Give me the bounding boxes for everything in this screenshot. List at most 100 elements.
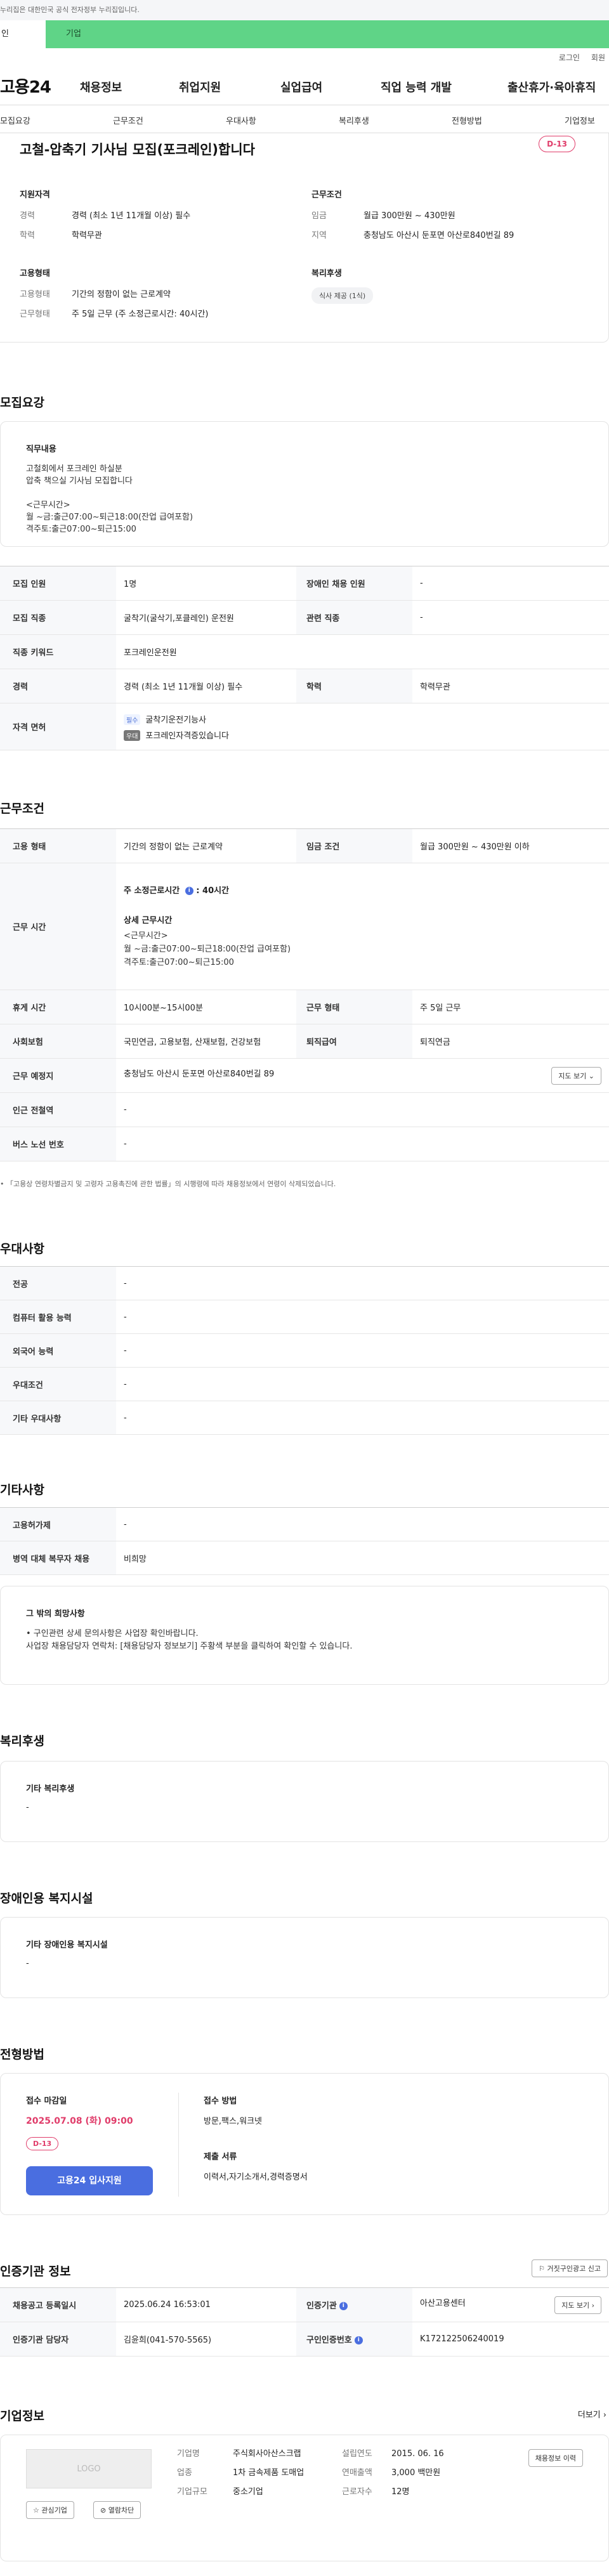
info-icon[interactable]: i bbox=[185, 887, 193, 895]
table-row: 근무 시간 주 소정근로시간 i : 40시간 상세 근무시간 <근무시간> 월… bbox=[0, 863, 609, 990]
section-title-etc: 기타사항 bbox=[0, 1483, 44, 1497]
company-label: 기업규모 bbox=[177, 2487, 207, 2497]
pref-table: 전공 - 컴퓨터 활용 능력 - 외국어 능력 - 우대조건 - 기타 우대사항 - bbox=[0, 1266, 609, 1435]
table-cell: - bbox=[412, 566, 609, 601]
table-cell: 월급 300만원 ~ 430만원 이하 bbox=[412, 828, 609, 863]
disabled-value: - bbox=[26, 1959, 29, 1968]
block-view-button[interactable]: ⊘ 열람차단 bbox=[93, 2501, 141, 2519]
chevron-down-icon: ⌄ bbox=[588, 1071, 594, 1080]
table-header: 모집 직종 bbox=[0, 600, 116, 635]
table-row: 인증기관 담당자 김윤희(041-570-5565) 구인인증번호 i K1721225… bbox=[0, 2322, 609, 2357]
company-value: 3,000 백만원 bbox=[391, 2468, 441, 2478]
login-link[interactable]: 로그인 bbox=[559, 48, 580, 67]
agency-map-button[interactable]: 지도 보기 › bbox=[554, 2296, 601, 2314]
table-cell: - bbox=[116, 1127, 609, 1161]
summary-benefit-heading: 복리후생 bbox=[311, 269, 342, 278]
map-button-label: 지도 보기 bbox=[558, 1071, 587, 1080]
hire-history-button[interactable]: 채용정보 이력 bbox=[528, 2449, 583, 2467]
table-header: 구인인증번호 i bbox=[296, 2322, 412, 2357]
cert-agency-value: 아산고용센터 bbox=[420, 2298, 466, 2308]
table-cell: - bbox=[412, 600, 609, 635]
info-icon[interactable]: i bbox=[339, 2302, 348, 2310]
table-header: 외국어 능력 bbox=[0, 1333, 116, 1368]
site-logo[interactable]: 고용24 bbox=[0, 74, 76, 98]
lnb-recruit[interactable]: 모집요강 bbox=[0, 114, 30, 126]
gnb-item-jobs[interactable]: 채용정보 bbox=[80, 79, 122, 95]
table-cell: 1명 bbox=[116, 566, 296, 601]
table-cell: - bbox=[116, 1367, 609, 1401]
section-nav: 모집요강 근무조건 우대사항 복리후생 전형방법 기업정보 bbox=[0, 105, 609, 133]
section-title-work: 근무조건 bbox=[0, 802, 44, 816]
summary-label: 근무형태 bbox=[20, 310, 50, 319]
user-type-tabs: 인 기업 bbox=[0, 20, 609, 48]
table-row: 고용허가제 - bbox=[0, 1507, 609, 1541]
table-header: 모집 인원 bbox=[0, 566, 116, 601]
table-cell: 기간의 정함이 없는 근로계약 bbox=[116, 828, 296, 863]
table-header: 전공 bbox=[0, 1266, 116, 1300]
other-wishes-line: • 구인관련 상세 문의사항은 사업장 확인바랍니다. bbox=[26, 1629, 199, 1638]
report-icon: ⚐ bbox=[539, 2265, 546, 2273]
other-wishes-box: 그 밖의 희망사항 • 구인관련 상세 문의사항은 사업장 확인바랍니다. 사업… bbox=[0, 1586, 609, 1685]
table-header: 근무 형태 bbox=[296, 990, 412, 1024]
table-header: 고용 형태 bbox=[0, 828, 116, 863]
join-link[interactable]: 회원 bbox=[591, 48, 605, 67]
etc-table: 고용허가제 - 병역 대체 복무자 채용 비희망 bbox=[0, 1507, 609, 1575]
tab-person[interactable]: 인 bbox=[0, 20, 46, 48]
lnb-preferences[interactable]: 우대사항 bbox=[226, 114, 256, 126]
util-bar: 로그인 회원 bbox=[0, 48, 609, 67]
company-box: LOGO ☆ 관심기업 ⊘ 열람차단 기업명 주식회사아산스크랩 업종 1차 금속제… bbox=[0, 2435, 609, 2561]
table-header: 관련 직종 bbox=[296, 600, 412, 635]
preferred-tag: 우대 bbox=[124, 729, 141, 741]
gnb-item-skill-development[interactable]: 직업 능력 개발 bbox=[381, 79, 452, 95]
lnb-welfare[interactable]: 복리후생 bbox=[339, 114, 369, 126]
summary-value: 월급 300만원 ~ 430만원 bbox=[363, 211, 455, 221]
duty-heading: 직무내용 bbox=[26, 445, 56, 454]
lnb-company[interactable]: 기업정보 bbox=[565, 114, 595, 126]
table-header: 고용허가제 bbox=[0, 1507, 116, 1541]
cert-agency-label: 인증기관 bbox=[306, 2301, 337, 2311]
table-header: 임금 조건 bbox=[296, 828, 412, 863]
table-header: 병역 대체 복무자 채용 bbox=[0, 1541, 116, 1575]
summary-value: 충청남도 아산시 둔포면 아산로840번길 89 bbox=[363, 231, 514, 240]
disabled-heading: 기타 장애인용 복지시설 bbox=[26, 1940, 108, 1950]
favorite-company-button[interactable]: ☆ 관심기업 bbox=[26, 2501, 74, 2519]
table-cell: 비희망 bbox=[116, 1541, 609, 1575]
chevron-right-icon: › bbox=[603, 2410, 606, 2420]
table-header: 인근 전철역 bbox=[0, 1092, 116, 1127]
gnb-item-unemployment-benefit[interactable]: 실업급여 bbox=[280, 79, 322, 95]
recruit-table: 모집 인원 1명 장애인 채용 인원 - 모집 직종 굴착기(굴삭기,포클레인) 운전원… bbox=[0, 566, 609, 750]
work-table: 고용 형태 기간의 정함이 없는 근로계약 임금 조건 월급 300만원 ~ 430만… bbox=[0, 828, 609, 1161]
process-dday-badge: D-13 bbox=[26, 2137, 59, 2150]
hours-label: 주 소정근로시간 bbox=[124, 886, 180, 896]
table-cell: - bbox=[116, 1507, 609, 1541]
table-cell: - bbox=[116, 1266, 609, 1300]
dday-badge: D-13 bbox=[539, 136, 575, 152]
summary-label: 경력 bbox=[20, 211, 35, 221]
gnb-item-employment-support[interactable]: 취업지원 bbox=[179, 79, 221, 95]
table-cell: 굴착기(굴삭기,포클레인) 운전원 bbox=[116, 600, 296, 635]
star-icon: ☆ bbox=[33, 2506, 39, 2514]
tab-company[interactable]: 기업 bbox=[46, 20, 609, 48]
company-logo-placeholder: LOGO bbox=[26, 2449, 152, 2488]
other-wishes-line: 사업장 채용담당자 연락처: [채용담당자 정보보기] 주황색 부분을 클릭하여… bbox=[26, 1642, 353, 1651]
apply-button[interactable]: 고용24 입사지원 bbox=[26, 2166, 153, 2195]
company-more-link[interactable]: 더보기 › bbox=[578, 2408, 606, 2420]
company-value: 12명 bbox=[391, 2487, 410, 2497]
hours-value: 40시간 bbox=[202, 886, 230, 896]
lnb-process[interactable]: 전형방법 bbox=[452, 114, 482, 126]
section-title-process: 전형방법 bbox=[0, 2048, 44, 2062]
gnb-item-parental-leave[interactable]: 출산휴가·육아휴직 bbox=[508, 79, 596, 95]
divider bbox=[178, 2093, 179, 2197]
summary-qualification: 지원자격 경력 경력 (최소 1년 11개월 이상) 필수 학력 학력무관 bbox=[20, 188, 286, 248]
table-cell: - bbox=[116, 1300, 609, 1334]
info-icon[interactable]: i bbox=[354, 2336, 363, 2344]
table-header: 근무 시간 bbox=[0, 863, 116, 990]
lnb-work-conditions[interactable]: 근무조건 bbox=[113, 114, 143, 126]
summary-qual-heading: 지원자격 bbox=[20, 190, 50, 200]
summary-label: 지역 bbox=[311, 231, 327, 240]
table-header: 채용공고 등록일시 bbox=[0, 2287, 116, 2322]
table-row: 병역 대체 복무자 채용 비희망 bbox=[0, 1541, 609, 1575]
summary-value: 경력 (최소 1년 11개월 이상) 필수 bbox=[72, 211, 191, 221]
map-button[interactable]: 지도 보기 ⌄ bbox=[551, 1066, 601, 1085]
report-fake-ad-button[interactable]: ⚐ 거짓구인광고 신고 bbox=[532, 2259, 608, 2277]
